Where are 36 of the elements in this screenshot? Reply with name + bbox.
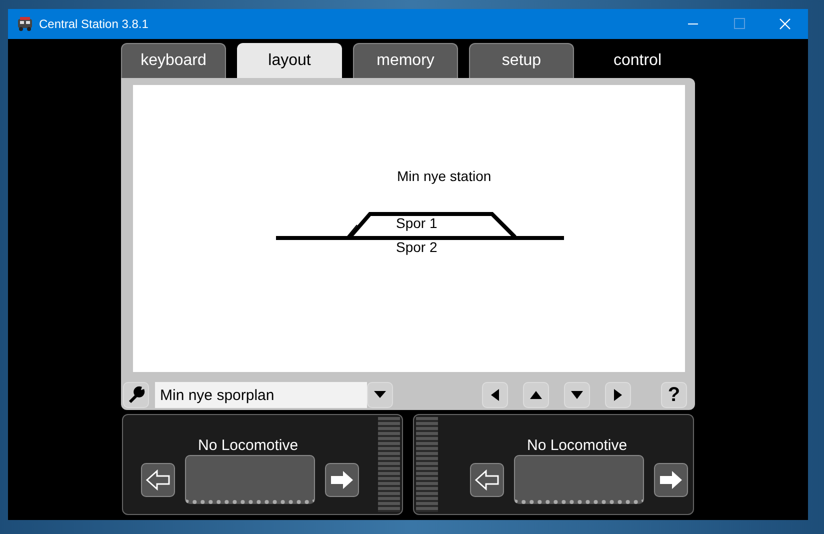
- forward-button[interactable]: [325, 462, 359, 496]
- wrench-icon: [127, 386, 145, 404]
- triangle-down-icon: [571, 391, 583, 399]
- locomotive-icon: [17, 17, 33, 31]
- down-button[interactable]: [564, 382, 590, 408]
- locomotive-label: No Locomotive: [198, 437, 298, 454]
- dropdown-button[interactable]: [367, 382, 393, 408]
- arrow-left-icon: [474, 468, 500, 490]
- tab[interactable]: keyboard: [121, 43, 226, 78]
- window-title: Central Station 3.8.1: [39, 17, 148, 31]
- track-label: Spor 2: [396, 239, 438, 255]
- speed-slider[interactable]: [416, 417, 438, 512]
- arrow-right-icon: [658, 468, 684, 490]
- triangle-right-icon: [614, 389, 622, 401]
- tab[interactable]: memory: [353, 43, 458, 78]
- track-label: Spor 1: [396, 215, 438, 231]
- left-button[interactable]: [482, 382, 508, 408]
- triangle-left-icon: [491, 389, 499, 401]
- wrench-button[interactable]: [123, 382, 149, 408]
- tab[interactable]: control: [585, 43, 690, 78]
- arrow-left-icon: [145, 468, 171, 490]
- station-label: Min nye station: [397, 168, 492, 184]
- speed-slider[interactable]: [378, 417, 400, 512]
- locomotive-label: No Locomotive: [527, 437, 628, 454]
- help-button[interactable]: ?: [661, 382, 687, 408]
- forward-button[interactable]: [654, 462, 688, 496]
- caret-down-icon: [374, 391, 386, 399]
- tab[interactable]: layout: [237, 43, 342, 78]
- arrow-right-icon: [329, 468, 355, 490]
- tab[interactable]: setup: [469, 43, 574, 78]
- reverse-button[interactable]: [141, 462, 175, 496]
- right-button[interactable]: [605, 382, 631, 408]
- triangle-up-icon: [530, 391, 542, 399]
- reverse-button[interactable]: [470, 462, 504, 496]
- plan-name-field[interactable]: Min nye sporplan: [155, 382, 367, 408]
- up-button[interactable]: [523, 382, 549, 408]
